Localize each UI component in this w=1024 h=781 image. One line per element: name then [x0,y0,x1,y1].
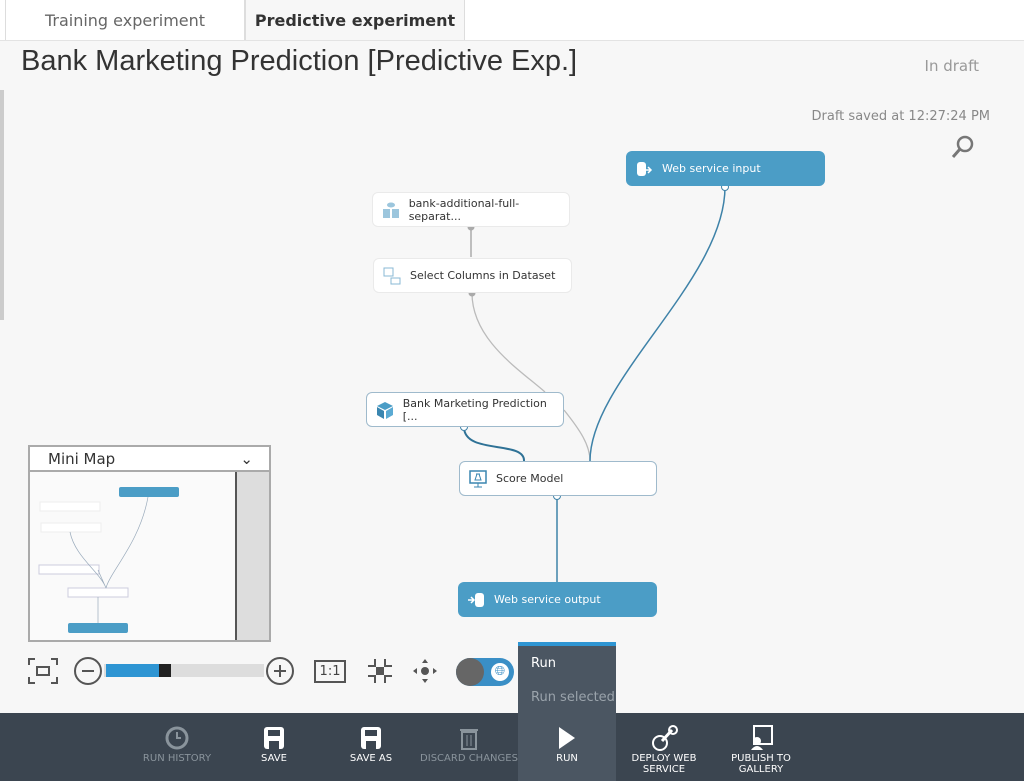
run-history-label: RUN HISTORY [142,753,212,764]
save-as-label: SAVE AS [349,753,393,764]
run-dropdown-menu: Run Run selected [518,642,616,713]
deploy-web-service-button[interactable]: DEPLOY WEB SERVICE [615,713,713,781]
view-toggle[interactable]: 🌐︎ [456,658,514,686]
play-icon [557,723,577,753]
run-label: RUN [556,753,578,764]
globe-icon: 🌐︎ [491,663,509,681]
score-model-icon [468,469,488,489]
saved-timestamp: Draft saved at 12:27:24 PM [811,109,990,124]
web-output-icon [466,590,486,610]
save-as-icon [360,723,382,753]
zoom-to-fit-icon[interactable] [365,656,395,686]
page-title: Bank Marketing Prediction [Predictive Ex… [21,45,578,77]
node-label: Web service output [494,593,601,606]
node-label: Score Model [496,472,564,485]
save-button[interactable]: SAVE [225,713,323,781]
node-select-columns[interactable]: Select Columns in Dataset [373,258,572,293]
run-history-button[interactable]: RUN HISTORY [128,713,226,781]
chevron-down-icon[interactable]: ⌄ [240,450,253,468]
node-label: Select Columns in Dataset [410,269,556,282]
node-web-service-output[interactable]: Web service output [458,582,657,617]
publish-label: PUBLISH TO GALLERY [731,753,791,775]
zoom-in-button[interactable] [265,656,295,686]
node-label: Bank Marketing Prediction [... [402,396,547,423]
node-trained-model[interactable]: Bank Marketing Prediction [... [366,392,564,427]
discard-label: DISCARD CHANGES [420,753,518,764]
pan-icon[interactable] [410,656,440,686]
status-badge: In draft [924,57,979,75]
gallery-icon [749,723,773,753]
actual-size-button[interactable]: 1:1 [313,656,347,686]
save-label: SAVE [261,753,287,764]
fit-screen-icon[interactable] [26,656,60,686]
zoom-out-button[interactable] [73,656,103,686]
actual-size-label: 1:1 [313,659,347,683]
mini-map[interactable]: Mini Map ⌄ [28,445,271,642]
web-input-icon [634,159,654,179]
menu-item-run-selected[interactable]: Run selected [518,680,616,714]
trash-icon [459,723,479,753]
run-button[interactable]: RUN [518,713,616,781]
node-label: bank-additional-full-separat... [408,196,520,223]
tab-training-experiment[interactable]: Training experiment [5,0,245,40]
node-dataset[interactable]: bank-additional-full-separat... [372,192,570,227]
cube-icon [375,400,395,420]
mini-map-viewport-panel [235,472,269,640]
mini-map-title: Mini Map [48,449,116,468]
select-columns-icon [382,266,402,286]
node-label: Web service input [662,162,761,175]
node-web-service-input[interactable]: Web service input [626,151,825,186]
tab-predictive-experiment[interactable]: Predictive experiment [245,0,465,40]
wrench-globe-icon [650,723,678,753]
menu-item-run[interactable]: Run [518,646,616,680]
search-icon[interactable] [950,134,976,160]
save-icon [263,723,285,753]
deploy-label: DEPLOY WEB SERVICE [631,753,697,775]
scrollbar[interactable] [0,90,4,320]
dataset-icon [381,200,401,220]
zoom-slider[interactable] [104,664,264,677]
mini-map-preview [38,487,179,633]
save-as-button[interactable]: SAVE AS [322,713,420,781]
zoom-slider-thumb[interactable] [158,664,171,677]
publish-to-gallery-button[interactable]: PUBLISH TO GALLERY [712,713,810,781]
discard-changes-button[interactable]: DISCARD CHANGES [420,713,518,781]
node-score-model[interactable]: Score Model [459,461,657,496]
clock-icon [165,723,189,753]
